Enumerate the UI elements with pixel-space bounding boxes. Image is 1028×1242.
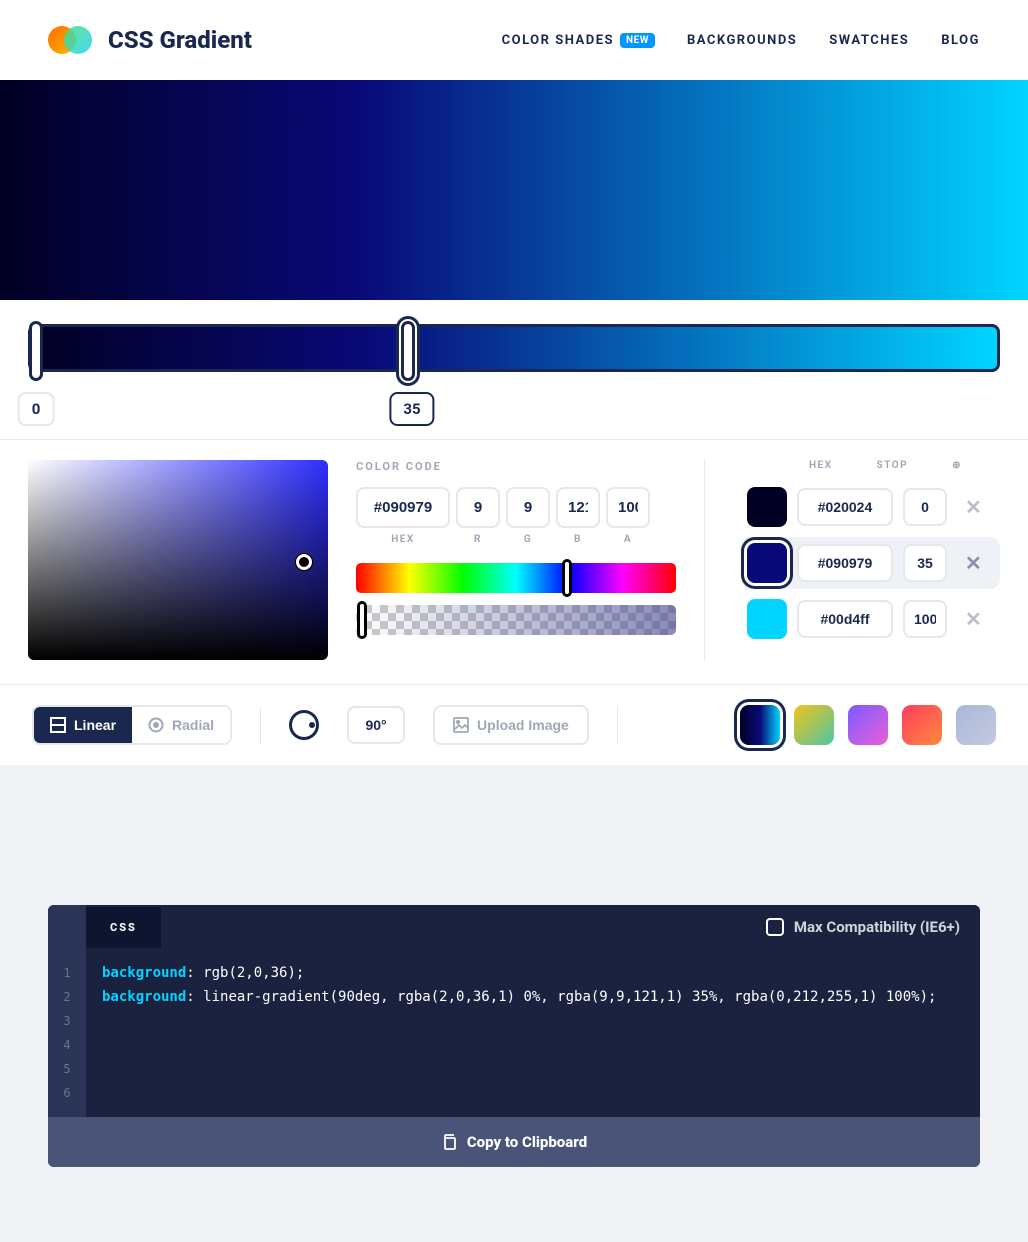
brand-name: CSS Gradient [108,26,252,54]
add-stop-icon[interactable]: ⊕ [952,460,962,471]
stop-swatch-1[interactable] [747,543,787,583]
logo-icon [48,18,92,62]
gradient-slider[interactable] [0,324,1028,372]
delete-stop-2[interactable]: ✕ [957,607,990,631]
bottom-toolbar: Linear Radial Upload Image [0,684,1028,765]
delete-stop-0[interactable]: ✕ [957,495,990,519]
divider [260,707,261,743]
stop-pos-2[interactable] [903,600,947,638]
radial-icon [148,717,164,733]
stop-position-row: 0 35 [0,384,1028,440]
nav-shades-label: COLOR SHADES [502,33,614,48]
hue-slider[interactable] [356,563,676,593]
hue-thumb[interactable] [562,559,572,597]
b-input[interactable] [556,487,600,528]
radial-label: Radial [172,717,214,733]
angle-input[interactable] [347,706,405,744]
copy-to-clipboard-button[interactable]: Copy to Clipboard [48,1117,980,1167]
css-output-panel: CSS Max Compatibility (IE6+) 123456 back… [48,905,980,1167]
angle-knob[interactable] [289,710,319,740]
stop-pos-0-label[interactable]: 0 [18,392,55,426]
color-code-title: COLOR CODE [356,460,676,473]
alpha-slider[interactable] [356,605,676,635]
divider-2 [617,707,618,743]
radial-button[interactable]: Radial [132,707,230,743]
linear-icon [50,717,66,733]
stop-pos-0[interactable] [903,488,947,526]
stop-row-2[interactable]: ✕ [741,593,1000,645]
preset-3[interactable] [848,705,888,745]
nav-backgrounds[interactable]: BACKGROUNDS [687,33,797,48]
r-label: R [456,534,500,545]
stop-hex-2[interactable] [797,600,893,638]
stops-head-stop: STOP [877,460,909,471]
b-label: B [556,534,600,545]
code-body[interactable]: 123456 background: rgb(2,0,36); backgrou… [48,949,980,1117]
linear-button[interactable]: Linear [34,707,132,743]
delete-stop-1[interactable]: ✕ [957,551,990,575]
preset-1[interactable] [740,705,780,745]
copy-icon [441,1134,457,1150]
image-icon [453,717,469,733]
preset-swatches [740,705,996,745]
hex-label: HEX [356,534,450,545]
preset-4[interactable] [902,705,942,745]
stop-swatch-0[interactable] [747,487,787,527]
logo[interactable]: CSS Gradient [48,18,252,62]
stop-handle-0[interactable] [29,321,43,381]
css-val-2: : linear-gradient(90deg, rgba(2,0,36,1) … [186,989,936,1005]
stop-pos-1-label[interactable]: 35 [389,392,434,426]
upload-label: Upload Image [477,717,569,733]
stop-row-0[interactable]: ✕ [741,481,1000,533]
compat-label: Max Compatibility (IE6+) [794,918,960,936]
nav: COLOR SHADES NEW BACKGROUNDS SWATCHES BL… [502,33,980,48]
r-input[interactable] [456,487,500,528]
css-tab[interactable]: CSS [86,907,161,948]
gradient-preview [0,80,1028,300]
checkbox-icon[interactable] [766,918,784,936]
linear-label: Linear [74,717,116,733]
stops-head-hex: HEX [809,460,833,471]
nav-blog[interactable]: BLOG [941,33,980,48]
gradient-type-toggle: Linear Radial [32,705,232,745]
stops-list: HEX STOP ⊕ ✕ ✕ ✕ [704,460,1000,660]
css-code[interactable]: background: rgb(2,0,36); background: lin… [86,949,980,1117]
max-compat-toggle[interactable]: Max Compatibility (IE6+) [746,918,980,936]
stop-hex-1[interactable] [797,544,893,582]
a-label: A [606,534,650,545]
css-val-1: : rgb(2,0,36); [186,965,304,981]
a-input[interactable] [606,487,650,528]
header: CSS Gradient COLOR SHADES NEW BACKGROUND… [0,0,1028,80]
stop-pos-1[interactable] [903,544,947,582]
controls-panel: 0 35 COLOR CODE HEX R G B A [0,300,1028,765]
nav-swatches[interactable]: SWATCHES [829,33,909,48]
alpha-thumb[interactable] [357,601,367,639]
stop-hex-0[interactable] [797,488,893,526]
color-picker[interactable] [28,460,328,660]
color-code-section: COLOR CODE HEX R G B A [356,460,676,660]
stop-handle-1[interactable] [401,321,415,381]
new-badge: NEW [620,33,655,48]
stop-row-1[interactable]: ✕ [741,537,1000,589]
preset-2[interactable] [794,705,834,745]
g-input[interactable] [506,487,550,528]
line-numbers: 123456 [48,949,86,1117]
upload-image-button[interactable]: Upload Image [433,705,589,745]
picker-thumb[interactable] [296,554,312,570]
g-label: G [506,534,550,545]
copy-label: Copy to Clipboard [467,1133,587,1151]
css-prop-1: background [102,965,186,981]
preset-5[interactable] [956,705,996,745]
stop-swatch-2[interactable] [747,599,787,639]
nav-color-shades[interactable]: COLOR SHADES NEW [502,33,655,48]
hex-input[interactable] [356,487,450,528]
css-prop-2: background [102,989,186,1005]
